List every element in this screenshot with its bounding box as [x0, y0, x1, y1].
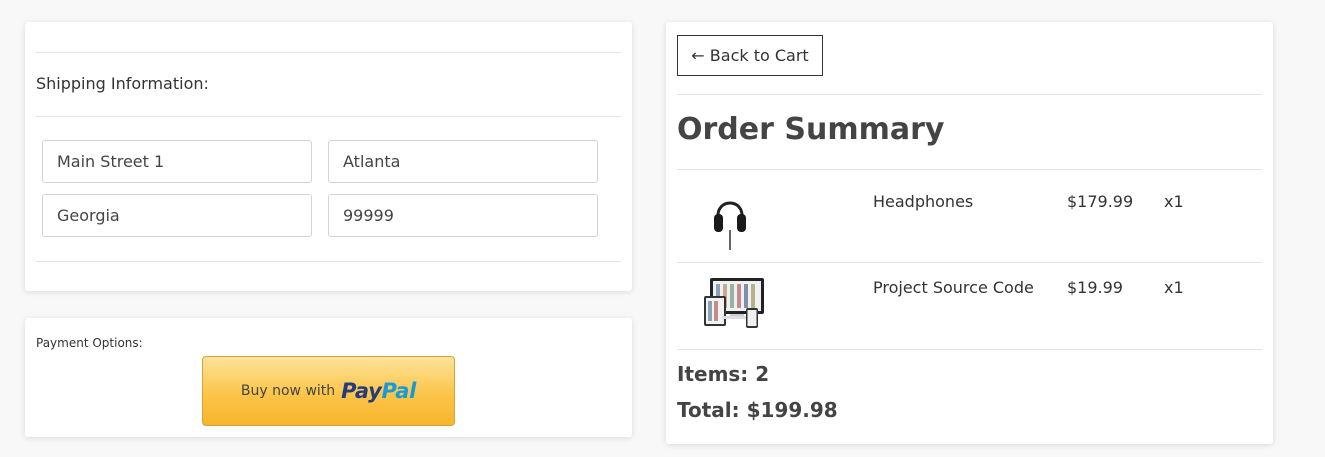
headphones-image [714, 201, 746, 250]
divider [677, 262, 1262, 263]
state-input[interactable] [42, 194, 312, 237]
item-name: Headphones [873, 192, 974, 211]
item-price: $19.99 [1067, 278, 1123, 297]
item-quantity: x1 [1164, 278, 1184, 297]
paypal-button-label: Buy now with [240, 383, 336, 399]
item-quantity: x1 [1164, 192, 1184, 211]
divider [36, 116, 621, 117]
shipping-card: Shipping Information: [25, 22, 632, 291]
divider [677, 169, 1262, 170]
paypal-button[interactable]: Buy now with PayPal [202, 356, 455, 426]
item-name: Project Source Code [873, 278, 1034, 297]
city-input[interactable] [328, 140, 598, 183]
payment-card: Payment Options: Buy now with PayPal [25, 318, 632, 437]
divider [677, 94, 1262, 95]
zip-input[interactable] [328, 194, 598, 237]
shipping-title: Shipping Information: [36, 74, 209, 93]
paypal-logo: PayPal [341, 379, 417, 403]
divider [36, 52, 621, 53]
item-price: $179.99 [1067, 192, 1134, 211]
page-title: Order Summary [677, 112, 945, 147]
back-to-cart-button[interactable]: ← Back to Cart [677, 35, 823, 76]
order-summary-card: ← Back to Cart Order Summary Headphones … [666, 22, 1273, 444]
payment-title: Payment Options: [36, 336, 143, 350]
devices-image [704, 278, 764, 328]
items-count: Items: 2 [677, 362, 770, 386]
address-input[interactable] [42, 140, 312, 183]
order-total: Total: $199.98 [677, 398, 838, 422]
divider [36, 261, 621, 262]
divider [677, 349, 1262, 350]
